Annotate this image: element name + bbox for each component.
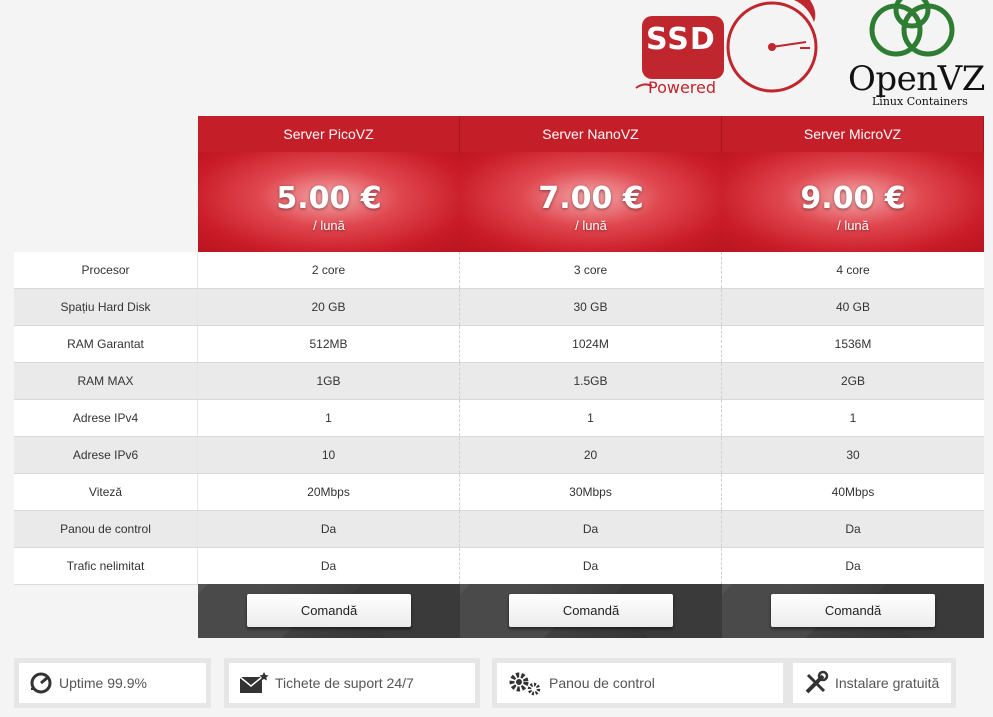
table-row: Viteză 20Mbps 30Mbps 40Mbps [14,474,984,511]
row-value: 4 core [836,263,870,277]
spec-rows: Procesor 2 core 3 core 4 core Spațiu Har… [14,252,984,585]
feature-control-panel: Panou de control [492,658,788,708]
plan-price: 5.00 € [276,181,382,216]
openvz-logo-text: OpenVZ [848,59,985,99]
gauge-icon [30,672,52,694]
row-value: Da [460,548,722,584]
row-value: 1536M [834,337,872,351]
row-value: 1 [460,400,722,436]
row-label: RAM Garantat [14,326,198,362]
row-value: 512MB [198,326,460,362]
plan-header-nano: Server NanoVZ 7.00 € / lună [460,116,722,252]
plan-name: Server NanoVZ [460,116,722,152]
order-button-nano[interactable]: Comandă [509,594,673,627]
plan-name: Server MicroVZ [722,116,984,152]
row-label: Spațiu Hard Disk [14,289,198,325]
plan-header-micro: Server MicroVZ 9.00 € / lună [722,116,984,252]
plan-price-box: 7.00 € / lună [460,152,722,252]
order-footer: Comandă Comandă Comandă [198,584,984,638]
row-value: 2GB [840,374,865,388]
tools-icon [805,670,829,694]
row-value: 20 [460,437,722,473]
order-cell: Comandă [198,584,460,638]
row-value: 3 core [460,252,722,288]
table-row: Adrese IPv4 1 1 1 [14,400,984,437]
row-value: 30Mbps [460,474,722,510]
plan-period: / lună [837,218,869,233]
plan-price: 9.00 € [800,181,906,216]
table-row: RAM Garantat 512MB 1024M 1536M [14,326,984,363]
row-label: RAM MAX [14,363,198,399]
openvz-logo-subtext: Linux Containers [872,95,968,108]
plan-price-box: 5.00 € / lună [198,152,460,252]
row-value: 40 GB [835,300,871,314]
ssd-powered-text: Powered [648,78,717,97]
row-label: Viteză [14,474,198,510]
feature-label: Uptime 99.9% [59,675,147,691]
row-value: 20Mbps [198,474,460,510]
table-row: RAM MAX 1GB 1.5GB 2GB [14,363,984,400]
row-label: Procesor [14,252,198,288]
ssd-logo-text: SSD [646,22,716,57]
row-value: 30 [846,448,860,462]
envelope-icon [239,672,269,693]
plan-period: / lună [575,218,607,233]
row-value: Da [198,511,460,547]
feature-uptime: Uptime 99.9% [14,658,211,708]
table-row: Trafic nelimitat Da Da Da [14,548,984,585]
order-button-pico[interactable]: Comandă [247,594,411,627]
row-value: 10 [198,437,460,473]
feature-support: Tichete de suport 24/7 [224,658,480,708]
row-value: 1.5GB [460,363,722,399]
row-value: Da [198,548,460,584]
table-row: Procesor 2 core 3 core 4 core [14,252,984,289]
row-label: Adrese IPv4 [14,400,198,436]
row-value: 20 GB [198,289,460,325]
gears-icon [509,672,541,696]
row-value: Da [845,559,861,573]
row-value: 2 core [198,252,460,288]
row-value: 40Mbps [831,485,875,499]
order-button-micro[interactable]: Comandă [771,594,935,627]
plan-price: 7.00 € [538,181,644,216]
table-row: Adrese IPv6 10 20 30 [14,437,984,474]
row-value: Da [845,522,861,536]
plan-name: Server PicoVZ [198,116,460,152]
order-cell: Comandă [460,584,722,638]
row-value: 1 [849,411,857,425]
table-row: Panou de control Da Da Da [14,511,984,548]
row-value: 1024M [460,326,722,362]
row-value: Da [460,511,722,547]
plan-header-pico: Server PicoVZ 5.00 € / lună [198,116,460,252]
feature-free-install: Instalare gratuită [788,658,956,708]
row-label: Panou de control [14,511,198,547]
row-value: 1 [198,400,460,436]
plan-period: / lună [313,218,345,233]
row-value: 1GB [198,363,460,399]
order-cell: Comandă [722,584,984,638]
feature-label: Tichete de suport 24/7 [275,675,414,691]
row-label: Trafic nelimitat [14,548,198,584]
feature-label: Panou de control [549,675,655,691]
row-value: 30 GB [460,289,722,325]
row-label: Adrese IPv6 [14,437,198,473]
plan-price-box: 9.00 € / lună [722,152,984,252]
feature-label: Instalare gratuită [835,675,940,691]
table-row: Spațiu Hard Disk 20 GB 30 GB 40 GB [14,289,984,326]
